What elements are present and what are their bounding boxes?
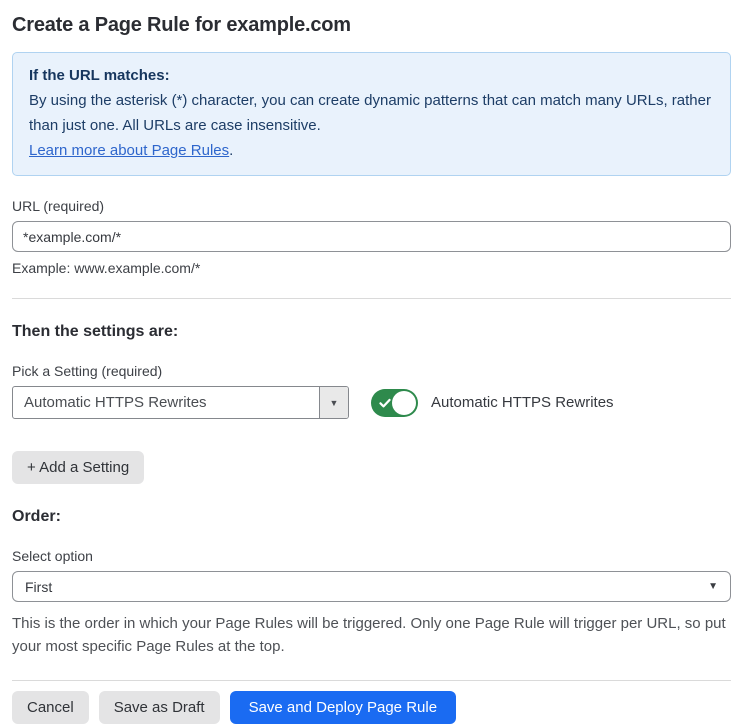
setting-dropdown[interactable]: Automatic HTTPS Rewrites ▼ xyxy=(12,386,349,419)
info-box-link-line: Learn more about Page Rules. xyxy=(29,138,714,163)
pick-setting-label: Pick a Setting (required) xyxy=(12,363,163,379)
save-draft-button[interactable]: Save as Draft xyxy=(98,691,220,724)
url-example-text: Example: www.example.com/* xyxy=(12,260,201,276)
cancel-button[interactable]: Cancel xyxy=(12,691,89,724)
settings-section-heading: Then the settings are: xyxy=(12,323,179,340)
link-suffix: . xyxy=(229,142,234,159)
learn-more-link[interactable]: Learn more about Page Rules xyxy=(29,142,229,159)
footer-buttons: Cancel Save as Draft Save and Deploy Pag… xyxy=(12,691,731,724)
url-label: URL (required) xyxy=(12,198,105,214)
check-icon xyxy=(379,397,391,409)
toggle-knob xyxy=(392,390,416,415)
order-select[interactable]: First ▼ xyxy=(12,571,731,602)
order-select-value: First xyxy=(25,578,53,595)
section-divider xyxy=(12,298,731,299)
order-help-text: This is the order in which your Page Rul… xyxy=(12,615,726,655)
info-box-heading: If the URL matches: xyxy=(29,67,170,84)
footer-divider xyxy=(12,680,731,681)
add-setting-button[interactable]: + Add a Setting xyxy=(12,451,145,484)
url-input[interactable] xyxy=(12,221,731,252)
page-title: Create a Page Rule for example.com xyxy=(12,14,351,36)
chevron-down-icon: ▼ xyxy=(708,581,718,592)
order-section-heading: Order: xyxy=(12,508,61,525)
setting-row: Automatic HTTPS Rewrites ▼ Automatic HTT… xyxy=(12,386,731,419)
save-deploy-button[interactable]: Save and Deploy Page Rule xyxy=(229,691,457,724)
info-box-body: By using the asterisk (*) character, you… xyxy=(29,92,711,134)
https-rewrites-toggle-group: Automatic HTTPS Rewrites xyxy=(371,388,614,417)
https-rewrites-toggle[interactable] xyxy=(371,388,418,417)
order-select-label: Select option xyxy=(12,548,93,564)
chevron-down-icon[interactable]: ▼ xyxy=(319,387,348,418)
setting-dropdown-value: Automatic HTTPS Rewrites xyxy=(24,394,207,411)
toggle-label: Automatic HTTPS Rewrites xyxy=(431,394,614,411)
url-matches-info-box: If the URL matches: By using the asteris… xyxy=(12,52,731,176)
